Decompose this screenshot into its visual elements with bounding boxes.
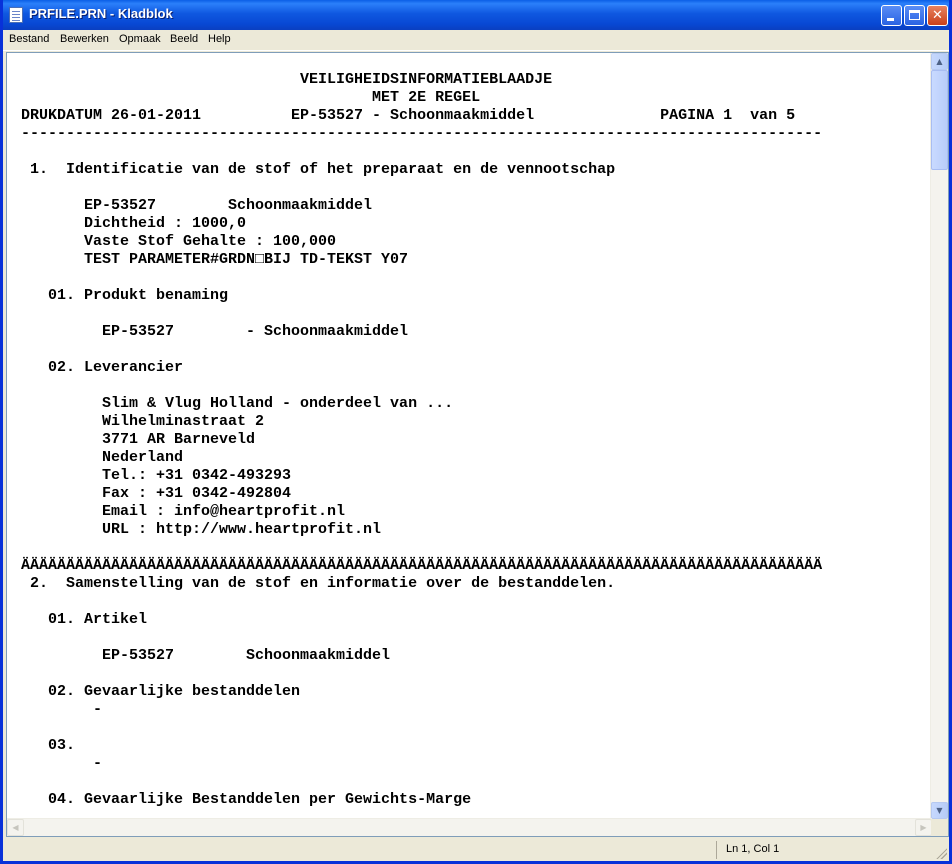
menu-bewerken[interactable]: Bewerken	[60, 33, 109, 45]
text-line: 02. Gevaarlijke bestanddelen	[21, 683, 301, 700]
text-line: Dichtheid : 1000,0	[21, 215, 247, 232]
menu-opmaak[interactable]: Opmaak	[119, 33, 161, 45]
text-line: Nederland	[21, 449, 184, 466]
menu-bestand[interactable]: Bestand	[9, 33, 49, 45]
resize-grip-icon[interactable]	[936, 848, 947, 859]
maximize-icon	[909, 10, 920, 20]
text-line: Vaste Stof Gehalte : 100,000	[21, 233, 337, 250]
menu-separator	[3, 50, 949, 51]
status-divider	[716, 841, 717, 859]
text-line: TEST PARAMETER#GRDN□BIJ TD-TEKST Y07	[21, 251, 409, 268]
maximize-button[interactable]	[904, 5, 925, 26]
text-line: 01. Artikel	[21, 611, 148, 628]
text-line: Tel.: +31 0342-493293	[21, 467, 292, 484]
notepad-app-icon[interactable]	[9, 7, 23, 23]
horizontal-scrollbar[interactable]: ◀ ▶	[7, 818, 932, 836]
window-title: PRFILE.PRN - Kladblok	[29, 6, 173, 21]
arrow-up-icon: ▲	[936, 57, 943, 66]
text-line: ÄÄÄÄÄÄÄÄÄÄÄÄÄÄÄÄÄÄÄÄÄÄÄÄÄÄÄÄÄÄÄÄÄÄÄÄÄÄÄÄ…	[21, 557, 823, 574]
text-line: Wilhelminastraat 2	[21, 413, 265, 430]
vertical-scroll-thumb[interactable]	[931, 70, 948, 170]
scroll-right-button[interactable]: ▶	[915, 819, 932, 836]
minimize-button[interactable]	[881, 5, 902, 26]
text-editor[interactable]: VEILIGHEIDSINFORMATIEBLAADJE MET 2E REGE…	[6, 52, 949, 837]
text-line: URL : http://www.heartprofit.nl	[21, 521, 382, 538]
arrow-down-icon: ▼	[936, 806, 943, 815]
arrow-left-icon: ◀	[12, 823, 19, 832]
cursor-position: Ln 1, Col 1	[726, 843, 780, 855]
text-line: EP-53527 - Schoonmaakmiddel	[21, 323, 409, 340]
text-line: 04. Gevaarlijke Bestanddelen per Gewicht…	[21, 791, 472, 808]
arrow-right-icon: ▶	[920, 823, 927, 832]
menu-help[interactable]: Help	[208, 33, 231, 45]
scroll-up-button[interactable]: ▲	[931, 53, 948, 70]
minimize-icon	[887, 18, 894, 21]
text-line: MET 2E REGEL	[21, 89, 481, 106]
scroll-down-button[interactable]: ▼	[931, 802, 948, 819]
vertical-scrollbar[interactable]: ▲ ▼	[930, 53, 948, 819]
text-line: 01. Produkt benaming	[21, 287, 229, 304]
menu-bar: Bestand Bewerken Opmaak Beeld Help	[3, 30, 949, 50]
title-bar[interactable]: PRFILE.PRN - Kladblok ✕	[3, 0, 949, 30]
text-line: -	[21, 755, 103, 772]
text-line: EP-53527 Schoonmaakmiddel	[21, 647, 391, 664]
text-line: DRUKDATUM 26-01-2011 EP-53527 - Schoonma…	[21, 107, 796, 124]
menu-beeld[interactable]: Beeld	[170, 33, 198, 45]
text-line: 02. Leverancier	[21, 359, 184, 376]
document-text-area[interactable]: VEILIGHEIDSINFORMATIEBLAADJE MET 2E REGE…	[7, 53, 932, 819]
scroll-left-button[interactable]: ◀	[7, 819, 24, 836]
notepad-window: PRFILE.PRN - Kladblok ✕ Bestand Bewerken…	[0, 0, 952, 864]
text-line: 3771 AR Barneveld	[21, 431, 256, 448]
text-line: 2. Samenstelling van de stof en informat…	[21, 575, 616, 592]
text-line: EP-53527 Schoonmaakmiddel	[21, 197, 373, 214]
text-line: 1. Identificatie van de stof of het prep…	[21, 161, 616, 178]
text-line: -	[21, 701, 103, 718]
close-icon: ✕	[932, 8, 943, 23]
text-line: Email : info@heartprofit.nl	[21, 503, 346, 520]
text-line: VEILIGHEIDSINFORMATIEBLAADJE	[21, 71, 553, 88]
text-line: Fax : +31 0342-492804	[21, 485, 292, 502]
close-button[interactable]: ✕	[927, 5, 948, 26]
status-bar: Ln 1, Col 1	[3, 838, 949, 861]
text-line: Slim & Vlug Holland - onderdeel van ...	[21, 395, 454, 412]
scrollbar-corner	[931, 819, 948, 836]
text-line: 03.	[21, 737, 76, 754]
text-line: ----------------------------------------…	[21, 125, 823, 142]
